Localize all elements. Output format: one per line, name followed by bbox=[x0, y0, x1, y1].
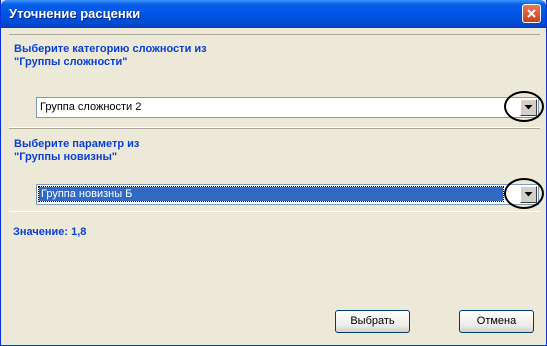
select-button[interactable]: Выбрать bbox=[335, 310, 410, 333]
close-icon bbox=[527, 9, 536, 18]
novelty-select[interactable]: Группа новизны Б bbox=[36, 184, 539, 205]
value-display: Значение: 1,8 bbox=[13, 226, 87, 238]
novelty-label: Выберите параметр из "Группы новизны" bbox=[14, 138, 140, 163]
complexity-select[interactable]: Группа сложности 2 bbox=[36, 97, 539, 118]
complexity-select-value: Группа сложности 2 bbox=[40, 101, 142, 113]
chevron-down-icon bbox=[524, 105, 533, 110]
chevron-down-icon bbox=[524, 192, 533, 197]
novelty-select-value: Группа новизны Б bbox=[38, 186, 504, 202]
dialog-window: Уточнение расценки Выберите категорию сл… bbox=[0, 0, 547, 346]
novelty-dropdown-button[interactable] bbox=[520, 186, 537, 203]
complexity-label: Выберите категорию сложности из "Группы … bbox=[14, 43, 207, 68]
title-bar[interactable]: Уточнение расценки bbox=[1, 0, 546, 28]
dialog-body: Выберите категорию сложности из "Группы … bbox=[4, 28, 544, 343]
close-button[interactable] bbox=[522, 4, 541, 23]
complexity-group: Выберите категорию сложности из "Группы … bbox=[9, 34, 544, 128]
cancel-button[interactable]: Отмена bbox=[459, 310, 534, 333]
window-title: Уточнение расценки bbox=[9, 6, 141, 21]
novelty-group: Выберите параметр из "Группы новизны" Гр… bbox=[9, 128, 544, 212]
complexity-dropdown-button[interactable] bbox=[520, 99, 537, 116]
